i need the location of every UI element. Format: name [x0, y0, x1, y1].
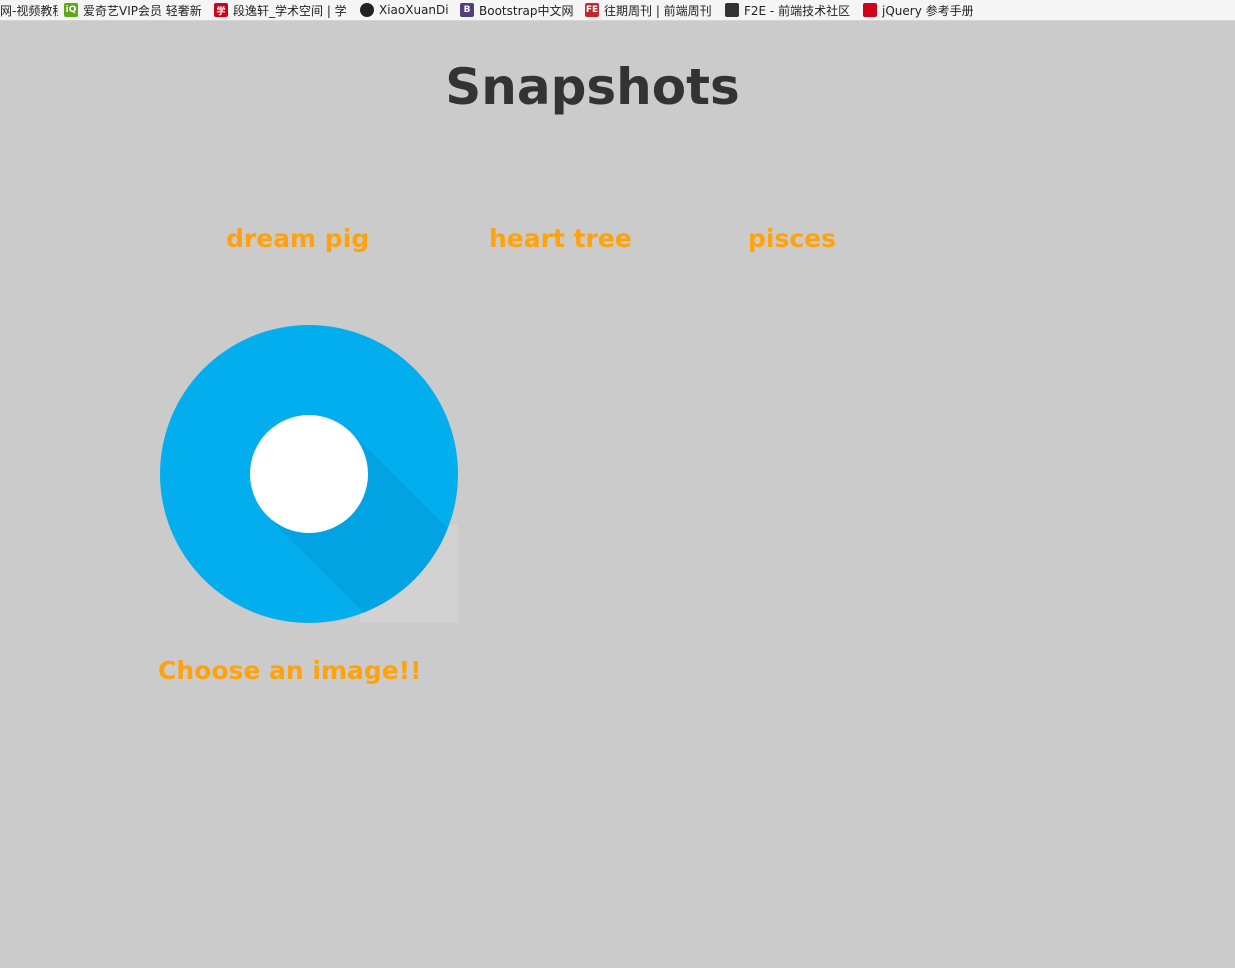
bookmark-label: Bootstrap中文网 — [479, 3, 574, 18]
iqiyi-icon: iQ — [64, 3, 78, 17]
bootstrap-icon: B — [460, 3, 474, 17]
bookmark-label: 网-视频教程 — [0, 3, 58, 18]
bookmark-0[interactable]: 网-视频教程 — [0, 0, 64, 20]
bookmark-label: jQuery 参考手册 — [882, 3, 974, 18]
ring-logo-icon — [160, 325, 458, 623]
bookmark-label: XiaoXuanDi — [379, 3, 449, 17]
bookmark-4[interactable]: B Bootstrap中文网 — [460, 0, 585, 20]
caption-choose-image: Choose an image!! — [158, 656, 422, 685]
fe-weekly-icon: FE — [585, 3, 599, 17]
bookmarks-bar: 网-视频教程 iQ 爱奇艺VIP会员 轻奢新学段逸轩_学术空间 | 学 XiaoXua… — [0, 0, 1235, 21]
bookmark-label: F2E - 前端技术社区 — [744, 3, 851, 18]
placeholder-logo — [160, 325, 458, 623]
f2e-icon — [725, 3, 739, 17]
jquery-manual-icon — [863, 3, 877, 17]
page-title: Snapshots — [445, 58, 740, 116]
github-icon — [360, 3, 374, 17]
bookmark-label: 段逸轩_学术空间 | 学 — [233, 3, 347, 18]
bookmark-label: 爱奇艺VIP会员 轻奢新 — [83, 3, 202, 18]
bookmark-5[interactable]: FE 往期周刊 | 前端周刊 — [585, 0, 725, 20]
nav-link-dream-pig[interactable]: dream pig — [226, 224, 369, 253]
bookmark-7[interactable]: jQuery 参考手册 — [863, 0, 983, 20]
bookmark-2[interactable]: 学段逸轩_学术空间 | 学 — [214, 0, 360, 20]
logo-center — [250, 415, 368, 533]
bookmark-6[interactable]: F2E - 前端技术社区 — [725, 0, 863, 20]
scholar-icon: 学 — [214, 3, 228, 17]
nav-link-heart-tree[interactable]: heart tree — [489, 224, 632, 253]
bookmark-3[interactable]: XiaoXuanDi — [360, 0, 460, 20]
nav-link-pisces[interactable]: pisces — [748, 224, 836, 253]
bookmark-label: 往期周刊 | 前端周刊 — [604, 3, 712, 18]
bookmark-1[interactable]: iQ 爱奇艺VIP会员 轻奢新 — [64, 0, 214, 20]
